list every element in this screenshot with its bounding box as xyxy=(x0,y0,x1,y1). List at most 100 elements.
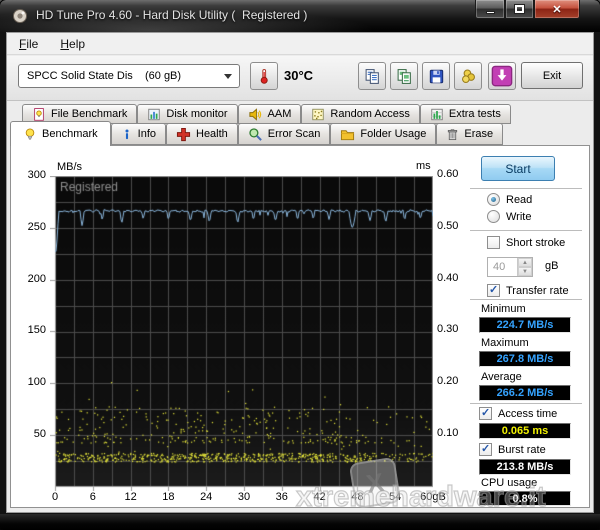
access-time-checkbox[interactable] xyxy=(479,406,492,420)
y-left-tick: 50 xyxy=(33,428,46,441)
y-right-tick: 0.60 xyxy=(437,168,459,180)
copy-pages-icon xyxy=(364,68,381,85)
x-axis-tick: 60gB xyxy=(420,491,446,503)
minimum-value: 224.7 MB/s xyxy=(496,319,554,331)
benchmark-chart xyxy=(50,176,433,491)
tab-folder-usage[interactable]: Folder Usage xyxy=(330,123,437,145)
cpu-usage-value-box: 0.8% xyxy=(479,491,571,506)
temperature-value: 30°C xyxy=(284,68,314,83)
tab-label: AAM xyxy=(267,108,292,120)
burst-rate-row: Burst rate xyxy=(479,442,546,456)
title-bar: HD Tune Pro 4.60 - Hard Disk Utility ( R… xyxy=(0,0,600,32)
read-radio-row: Read xyxy=(487,193,532,206)
y-right-tick: 0.50 xyxy=(437,219,459,232)
transfer-rate-label: Transfer rate xyxy=(506,284,569,297)
app-window: HD Tune Pro 4.60 - Hard Disk Utility ( R… xyxy=(0,0,600,530)
tab-row-front: Benchmark Info Health Error Scan Folder Usag… xyxy=(10,121,504,146)
short-stroke-checkbox[interactable] xyxy=(487,236,500,249)
short-stroke-row: Short stroke xyxy=(487,236,565,249)
tab-error-scan[interactable]: Error Scan xyxy=(237,123,331,145)
maximum-value: 267.8 MB/s xyxy=(496,353,554,365)
maximum-label: Maximum xyxy=(481,337,529,349)
separator xyxy=(470,230,582,231)
average-value-box: 266.2 MB/s xyxy=(479,385,571,401)
y-left-axis-label: MB/s xyxy=(57,161,83,173)
tab-erase[interactable]: Erase xyxy=(436,123,504,145)
read-radio[interactable] xyxy=(487,193,500,206)
y-right-tick: 0.30 xyxy=(437,323,459,336)
exit-label: Exit xyxy=(542,69,562,82)
tab-label: Erase xyxy=(464,128,494,140)
folder-icon xyxy=(340,127,355,142)
burst-rate-value: 213.8 MB/s xyxy=(496,461,554,473)
average-value: 266.2 MB/s xyxy=(496,387,554,399)
capacity-stepper[interactable]: 40 ▲ ▼ xyxy=(487,257,533,277)
copy-image-button[interactable] xyxy=(390,62,418,90)
tab-disk-monitor[interactable]: Disk monitor xyxy=(137,104,238,124)
tab-health[interactable]: Health xyxy=(166,123,238,145)
start-label: Start xyxy=(505,161,531,176)
write-label: Write xyxy=(506,210,532,223)
copy-text-button[interactable] xyxy=(358,62,386,90)
y-left-tick: 100 xyxy=(27,376,46,389)
tab-label: Extra tests xyxy=(448,108,501,120)
trash-icon xyxy=(446,127,459,142)
drive-select-dropdown[interactable]: SPCC Solid State Dis (60 gB) xyxy=(18,64,240,88)
average-label: Average xyxy=(481,371,522,383)
health-cross-icon xyxy=(176,127,191,142)
separator xyxy=(470,403,582,404)
minimize-button[interactable] xyxy=(475,0,505,19)
tab-label: File Benchmark xyxy=(51,108,128,120)
write-radio[interactable] xyxy=(487,210,500,223)
download-button[interactable] xyxy=(488,62,516,90)
stepper-up-icon[interactable]: ▲ xyxy=(518,258,532,267)
start-button[interactable]: Start xyxy=(481,156,555,181)
donate-button[interactable] xyxy=(454,62,482,90)
burst-rate-label: Burst rate xyxy=(498,443,546,456)
tab-label: Error Scan xyxy=(267,128,321,140)
minimize-icon xyxy=(485,10,495,14)
minimum-value-box: 224.7 MB/s xyxy=(479,317,571,333)
access-time-value: 0.065 ms xyxy=(501,425,549,437)
tab-extra-tests[interactable]: Extra tests xyxy=(419,104,511,124)
capacity-value: 40 xyxy=(493,261,506,273)
stepper-buttons: ▲ ▼ xyxy=(517,258,532,276)
stepper-down-icon[interactable]: ▼ xyxy=(518,267,532,276)
y-left-tick: 300 xyxy=(27,169,46,181)
menu-help[interactable]: Help xyxy=(60,37,85,51)
coins-icon xyxy=(460,68,477,85)
floppy-icon xyxy=(428,68,445,85)
copy-pages-green-icon xyxy=(396,68,413,85)
cpu-usage-value: 0.8% xyxy=(512,492,538,505)
capacity-unit-label: gB xyxy=(545,260,559,272)
y-left-tick: 200 xyxy=(27,272,46,285)
info-icon xyxy=(121,127,133,142)
burst-rate-checkbox[interactable] xyxy=(479,442,492,456)
close-icon: ✕ xyxy=(552,3,562,16)
read-label: Read xyxy=(506,193,533,206)
tab-aam[interactable]: AAM xyxy=(237,104,302,124)
tab-random-access[interactable]: Random Access xyxy=(301,104,420,124)
tab-label: Disk monitor xyxy=(166,108,228,120)
y-right-tick: 0.10 xyxy=(437,427,459,440)
y-right-tick: 0.40 xyxy=(437,271,459,284)
separator xyxy=(470,188,582,189)
menu-file[interactable]: File xyxy=(19,37,38,51)
transfer-rate-checkbox[interactable] xyxy=(487,283,500,297)
temperature-button[interactable] xyxy=(250,62,278,90)
tab-label: Folder Usage xyxy=(360,128,427,140)
drive-select-value: SPCC Solid State Dis (60 gB) xyxy=(27,70,182,82)
bulb-icon xyxy=(23,127,37,142)
save-button[interactable] xyxy=(422,62,450,90)
tab-benchmark[interactable]: Benchmark xyxy=(10,121,111,146)
extra-tests-icon xyxy=(430,107,444,122)
magnifier-icon xyxy=(248,127,263,142)
close-button[interactable]: ✕ xyxy=(534,0,580,19)
exit-button[interactable]: Exit xyxy=(521,62,583,89)
speaker-icon xyxy=(248,107,263,122)
minimum-label: Minimum xyxy=(481,303,526,315)
separator xyxy=(470,299,582,300)
tab-info[interactable]: Info xyxy=(110,123,166,145)
maximize-button[interactable] xyxy=(505,0,534,19)
maximize-icon xyxy=(514,4,525,14)
